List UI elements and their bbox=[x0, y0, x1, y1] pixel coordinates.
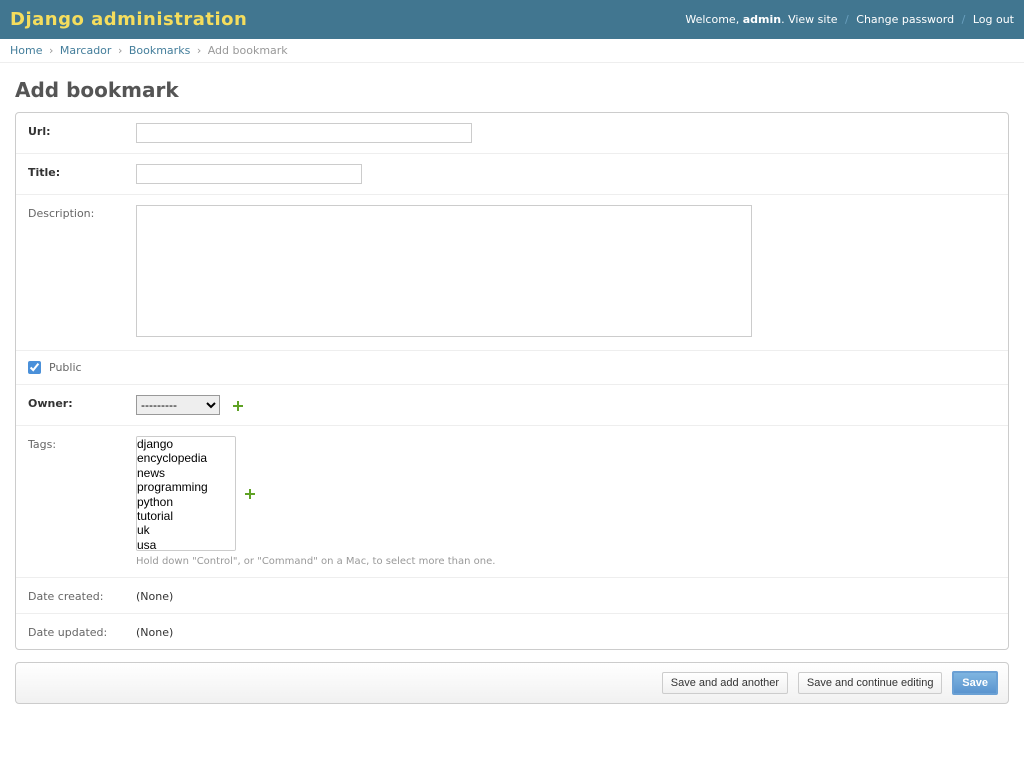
row-date-updated: Date updated: (None) bbox=[16, 614, 1008, 649]
form-module: Url: Title: Description: Public Owner: -… bbox=[15, 112, 1009, 650]
owner-select[interactable]: --------- bbox=[136, 395, 220, 415]
page-title: Add bookmark bbox=[15, 78, 1009, 102]
breadcrumb: Home › Marcador › Bookmarks › Add bookma… bbox=[0, 39, 1024, 63]
row-public: Public bbox=[16, 351, 1008, 385]
add-owner-icon[interactable] bbox=[232, 400, 244, 412]
change-password-link[interactable]: Change password bbox=[856, 13, 954, 26]
save-continue-button[interactable] bbox=[798, 672, 943, 694]
user-links: Welcome, admin. View site / Change passw… bbox=[685, 13, 1014, 26]
label-url: Url: bbox=[28, 123, 136, 138]
label-title: Title: bbox=[28, 164, 136, 179]
tags-select[interactable]: djangoencyclopedianewsprogrammingpythont… bbox=[136, 436, 236, 551]
label-description: Description: bbox=[28, 205, 136, 220]
branding-title: Django administration bbox=[10, 9, 247, 30]
row-description: Description: bbox=[16, 195, 1008, 351]
public-checkbox[interactable] bbox=[28, 361, 41, 374]
add-tag-icon[interactable] bbox=[244, 488, 256, 500]
row-owner: Owner: --------- bbox=[16, 385, 1008, 426]
label-public: Public bbox=[49, 361, 82, 374]
logout-link[interactable]: Log out bbox=[973, 13, 1014, 26]
value-date-created: (None) bbox=[136, 588, 996, 603]
row-date-created: Date created: (None) bbox=[16, 578, 1008, 614]
header-bar: Django administration Welcome, admin. Vi… bbox=[0, 0, 1024, 39]
url-input[interactable] bbox=[136, 123, 472, 143]
breadcrumb-app[interactable]: Marcador bbox=[60, 44, 112, 57]
row-tags: Tags: djangoencyclopedianewsprogrammingp… bbox=[16, 426, 1008, 578]
label-date-updated: Date updated: bbox=[28, 624, 136, 639]
separator: / bbox=[841, 13, 853, 26]
breadcrumb-model[interactable]: Bookmarks bbox=[129, 44, 190, 57]
row-title: Title: bbox=[16, 154, 1008, 195]
save-button[interactable] bbox=[952, 671, 998, 695]
description-textarea[interactable] bbox=[136, 205, 752, 337]
content: Add bookmark Url: Title: Description: Pu… bbox=[0, 63, 1024, 719]
submit-row bbox=[15, 662, 1009, 704]
tags-help-text: Hold down "Control", or "Command" on a M… bbox=[136, 556, 996, 567]
save-add-another-button[interactable] bbox=[662, 672, 788, 694]
current-user: admin bbox=[743, 13, 781, 26]
label-owner: Owner: bbox=[28, 395, 136, 410]
row-url: Url: bbox=[16, 113, 1008, 154]
label-tags: Tags: bbox=[28, 436, 136, 451]
view-site-link[interactable]: View site bbox=[788, 13, 837, 26]
separator: / bbox=[958, 13, 970, 26]
value-date-updated: (None) bbox=[136, 624, 996, 639]
breadcrumb-home[interactable]: Home bbox=[10, 44, 42, 57]
breadcrumb-current: Add bookmark bbox=[208, 44, 288, 57]
welcome-text: Welcome, bbox=[685, 13, 739, 26]
title-input[interactable] bbox=[136, 164, 362, 184]
label-date-created: Date created: bbox=[28, 588, 136, 603]
